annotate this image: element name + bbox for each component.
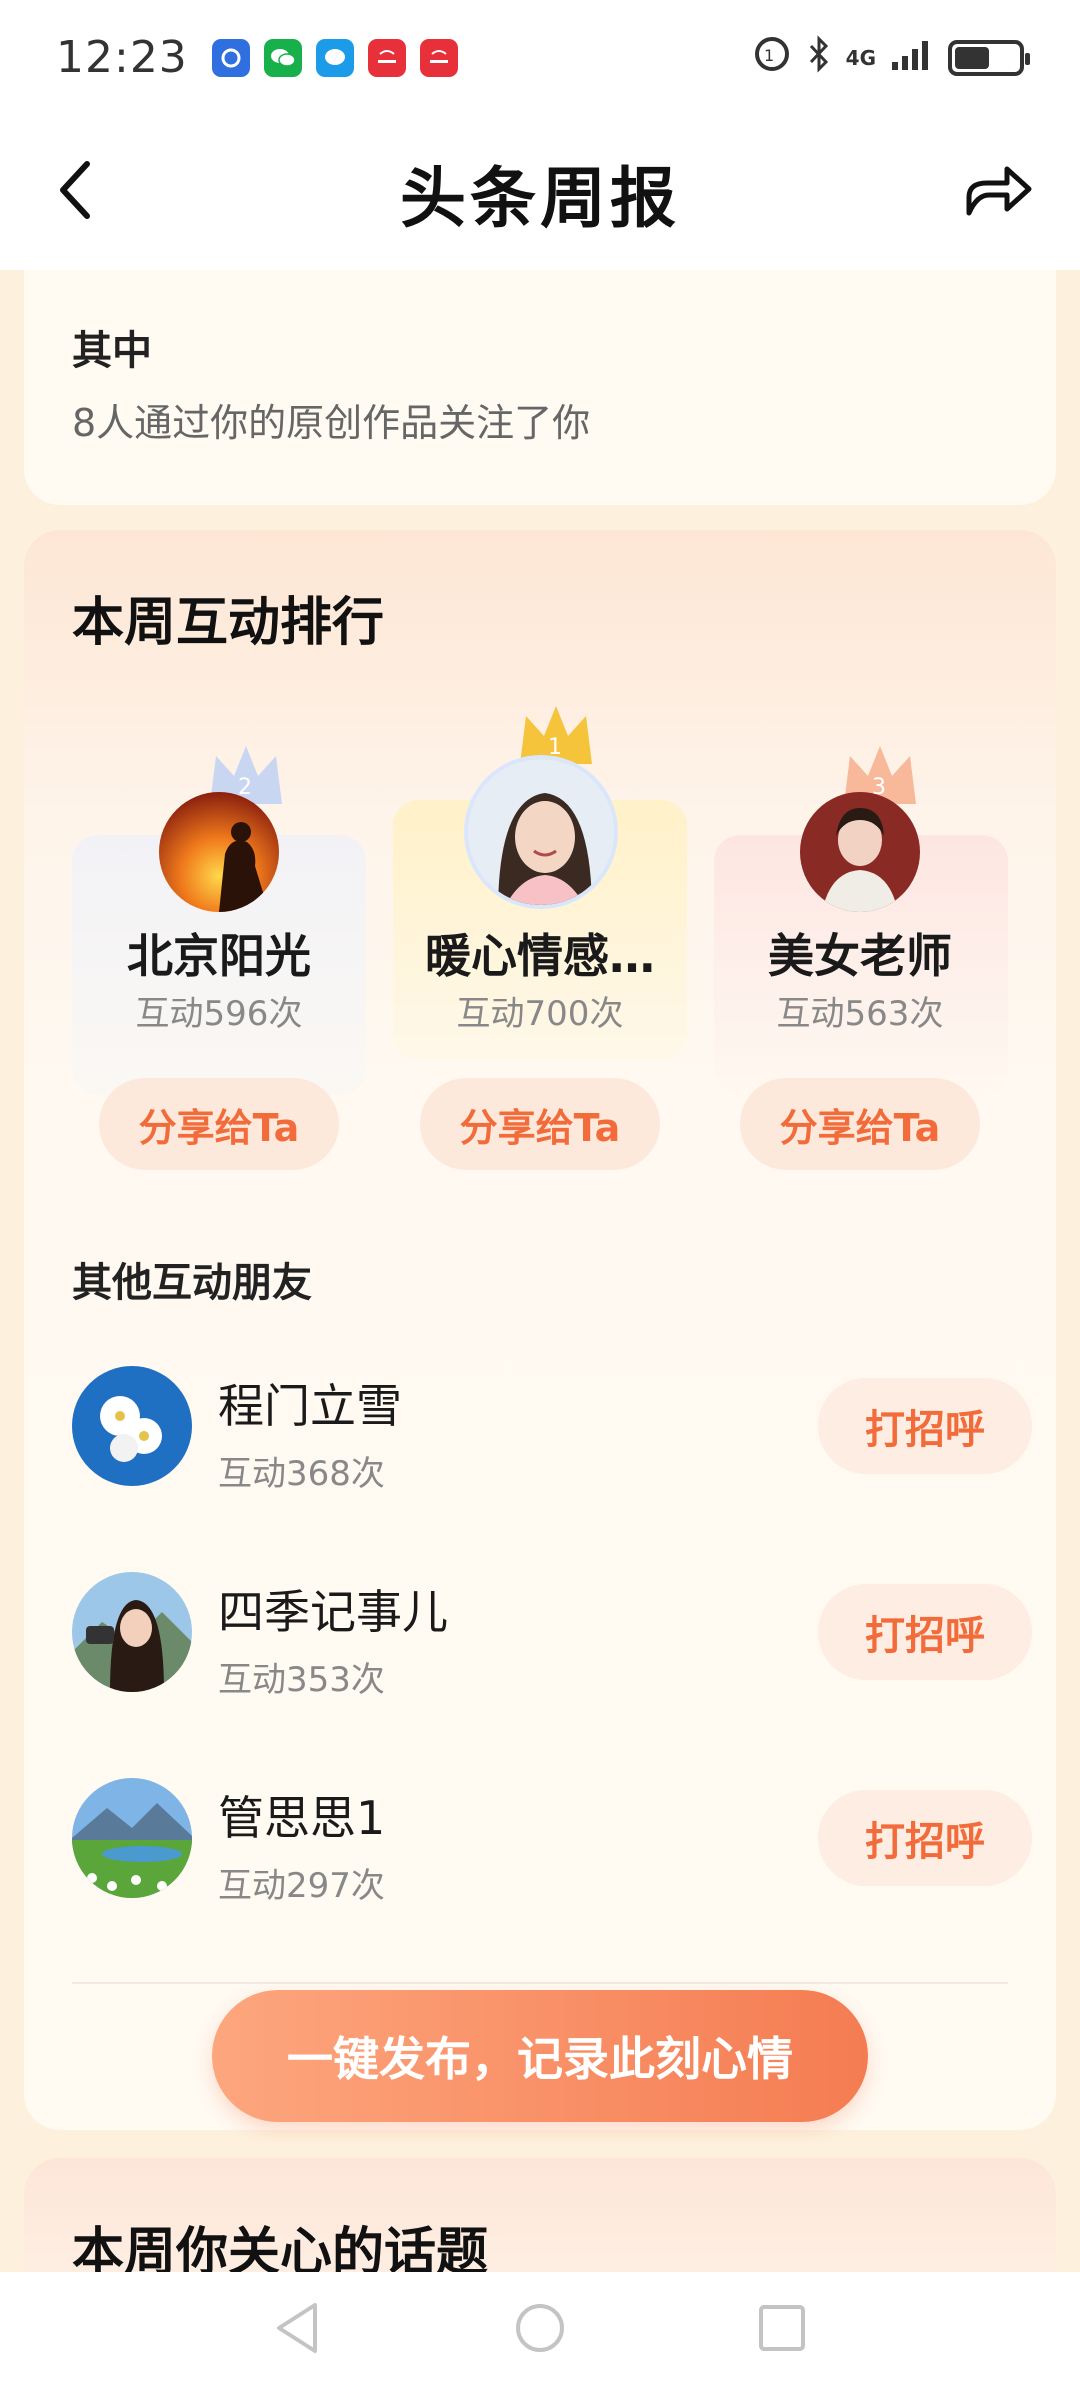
greet-button[interactable]: 打招呼 [818, 1790, 1032, 1886]
signal-icon [890, 36, 934, 80]
battery-icon [948, 39, 1030, 76]
list-item: 管思思1 互动297次 打招呼 [72, 1778, 1032, 1908]
recents-nav-button[interactable] [757, 2303, 807, 2357]
others-title: 其他互动朋友 [72, 1260, 312, 1306]
top-nav: 头条周报 [0, 115, 1080, 270]
avatar[interactable] [72, 1366, 192, 1486]
greet-button[interactable]: 打招呼 [818, 1378, 1032, 1474]
share-icon [966, 166, 1032, 216]
avatar[interactable] [72, 1778, 192, 1898]
huawei-icon [367, 38, 406, 77]
friend-name: 四季记事儿 [218, 1585, 448, 1639]
page-title: 头条周报 [400, 159, 680, 237]
notification-icons [211, 38, 458, 77]
system-nav-bar [0, 2272, 1080, 2388]
list-item: 四季记事儿 互动353次 打招呼 [72, 1572, 1032, 1702]
chevron-left-icon [60, 161, 90, 219]
ranking-title: 本周互动排行 [72, 593, 385, 653]
status-bar: 12:23 1 4G [0, 0, 1080, 115]
triangle-back-icon [277, 2303, 317, 2353]
avatar[interactable] [72, 1572, 192, 1692]
home-nav-button[interactable] [513, 2301, 567, 2359]
top-user-count: 互动563次 [776, 994, 944, 1034]
share-to-user-button[interactable]: 分享给Ta [99, 1078, 339, 1170]
top-user-count: 互动596次 [135, 994, 303, 1034]
divider [72, 1982, 1008, 1984]
top-user-name: 美女老师 [768, 929, 952, 983]
circle-home-icon [516, 2304, 564, 2352]
top-user-count: 互动700次 [456, 994, 624, 1034]
bluetooth-icon [806, 34, 832, 82]
summary-card: 其中 8人通过你的原创作品关注了你 [24, 270, 1056, 505]
friend-count: 互动297次 [218, 1866, 385, 1906]
avatar[interactable] [800, 792, 920, 912]
summary-heading: 其中 [72, 328, 152, 374]
greet-button[interactable]: 打招呼 [818, 1584, 1032, 1680]
message-icon [315, 38, 354, 77]
huawei-icon [419, 38, 458, 77]
back-button[interactable] [40, 155, 110, 225]
friend-count: 互动368次 [218, 1454, 385, 1494]
friend-name: 管思思1 [218, 1791, 386, 1845]
ranking-card: 本周互动排行 2 北京阳光 互动596次 分享给Ta 1 暖心情感… 互动700… [24, 530, 1056, 2130]
avatar[interactable] [464, 755, 618, 909]
top-user-name: 暖心情感… [425, 929, 655, 983]
share-button[interactable] [960, 153, 1036, 229]
top-user-name: 北京阳光 [127, 929, 311, 983]
share-to-user-button[interactable]: 分享给Ta [420, 1078, 660, 1170]
share-to-user-button[interactable]: 分享给Ta [740, 1078, 980, 1170]
network-type: 4G [845, 45, 876, 70]
status-indicators: 1 4G [752, 34, 1030, 82]
status-time: 12:23 [56, 32, 188, 83]
avatar[interactable] [159, 792, 279, 912]
list-item: 程门立雪 互动368次 打招呼 [72, 1366, 1032, 1496]
hd-call-icon: 1 [752, 34, 792, 82]
publish-button[interactable]: 一键发布，记录此刻心情 [212, 1990, 868, 2122]
back-nav-button[interactable] [273, 2301, 323, 2359]
square-recents-icon [759, 2305, 805, 2351]
friend-count: 互动353次 [218, 1660, 385, 1700]
friend-name: 程门立雪 [218, 1379, 402, 1433]
app-blue-icon [211, 38, 250, 77]
wechat-icon [263, 38, 302, 77]
summary-text: 8人通过你的原创作品关注了你 [72, 401, 591, 445]
svg-text:1: 1 [764, 46, 774, 65]
